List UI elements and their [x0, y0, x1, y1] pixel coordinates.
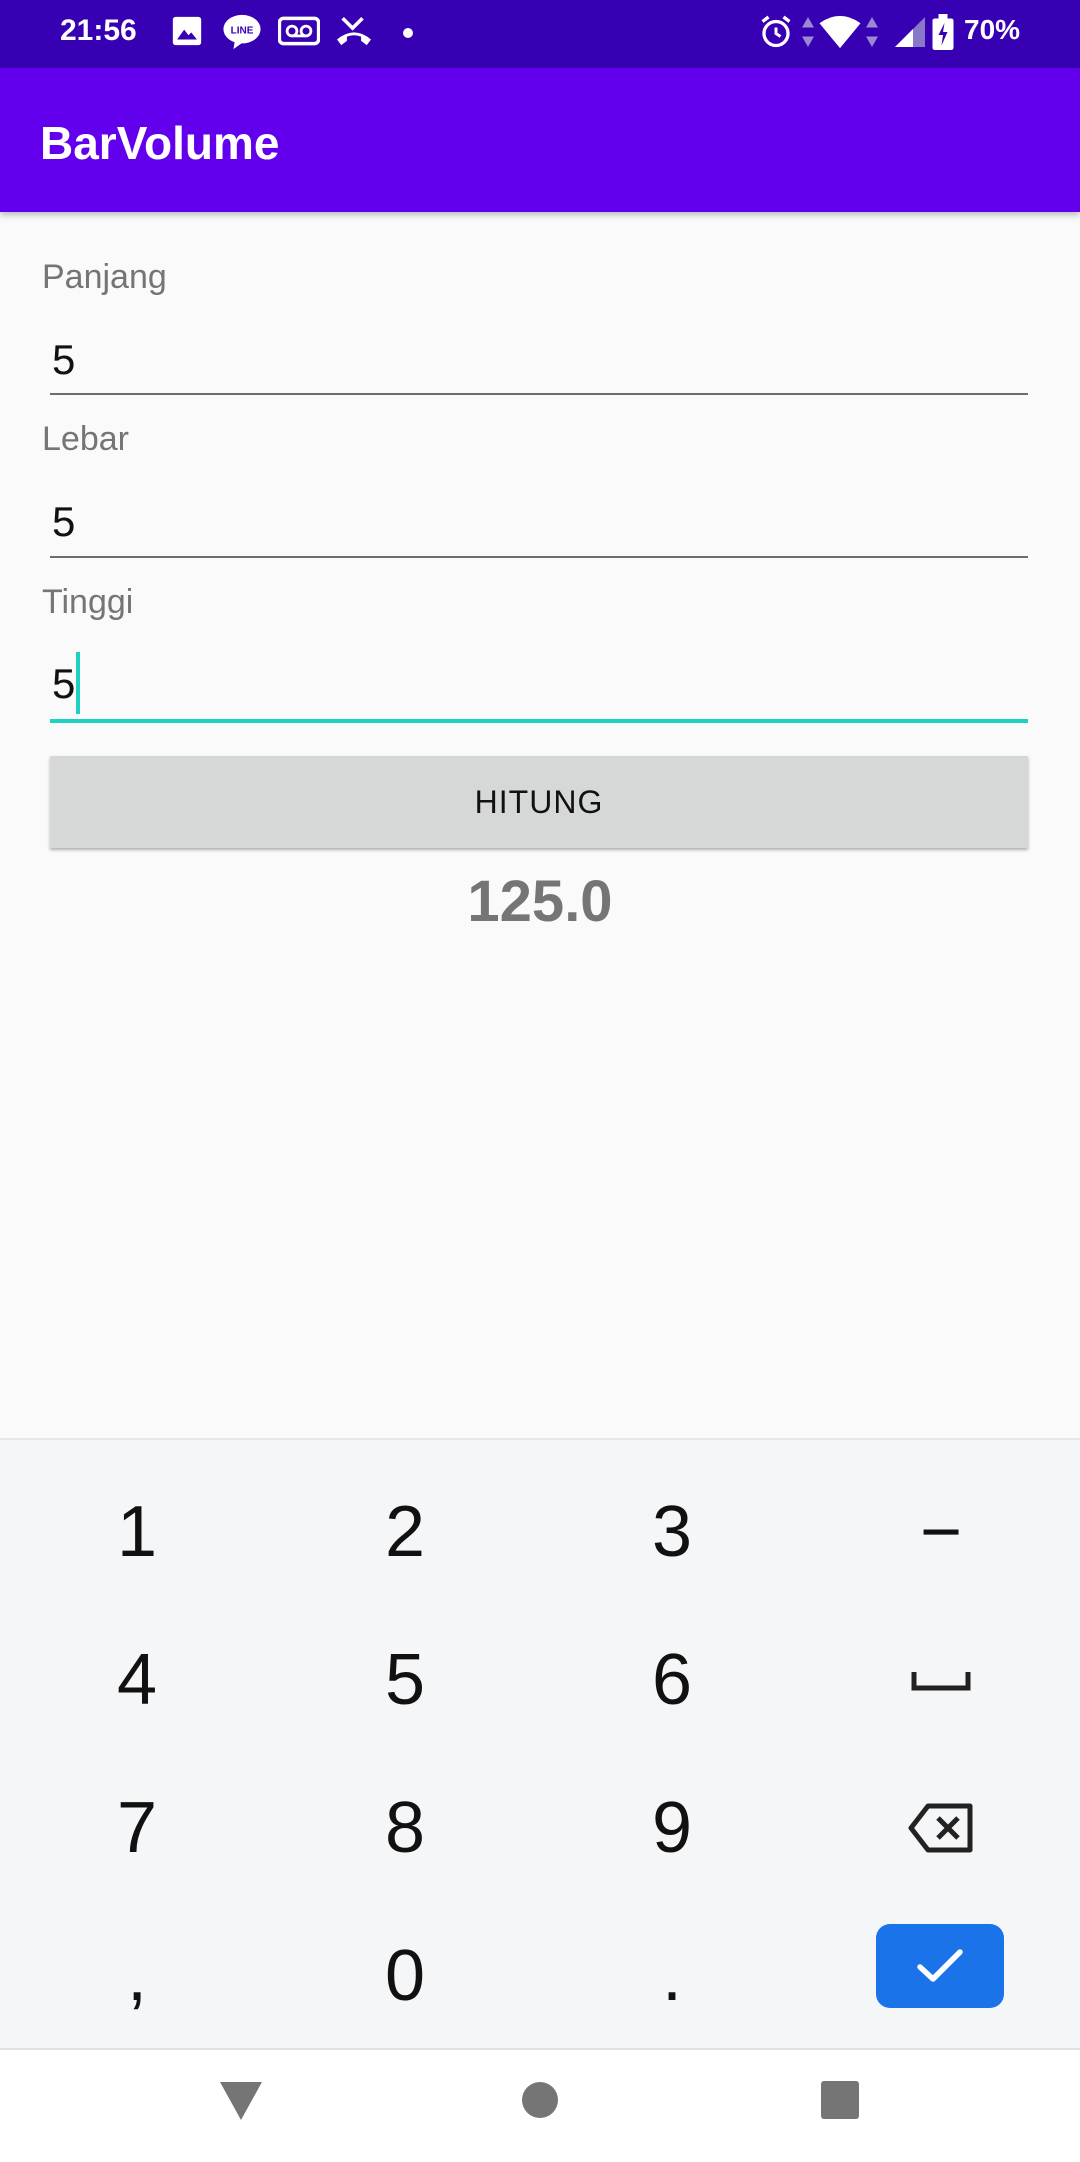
- hitung-button[interactable]: HITUNG: [50, 756, 1028, 848]
- lebar-underline: [50, 556, 1028, 558]
- data-arrows-icon: [800, 14, 816, 55]
- alarm-icon: [758, 14, 794, 55]
- key-6[interactable]: 6: [537, 1606, 807, 1754]
- home-circle-icon: [522, 2082, 558, 2118]
- key-backspace[interactable]: [806, 1754, 1076, 1902]
- backspace-icon: [908, 1803, 973, 1853]
- key-space[interactable]: [806, 1606, 1076, 1754]
- cellular-signal-icon: [892, 14, 928, 55]
- key-done[interactable]: [876, 1924, 1004, 2008]
- missed-call-icon: [334, 14, 374, 53]
- recents-square-icon: [821, 2081, 859, 2119]
- result-value: 125.0: [467, 869, 613, 934]
- recents-button[interactable]: [820, 2080, 860, 2125]
- battery-charging-icon: [932, 14, 954, 55]
- lebar-value: 5: [52, 498, 76, 545]
- back-triangle-icon: [220, 2082, 262, 2120]
- panjang-underline: [50, 393, 1028, 395]
- panjang-value: 5: [52, 336, 76, 383]
- notification-dot-icon: [402, 26, 414, 44]
- key-1[interactable]: 1: [2, 1458, 272, 1606]
- key-5[interactable]: 5: [270, 1606, 540, 1754]
- battery-percentage: 70%: [964, 14, 1021, 45]
- svg-text:LINE: LINE: [231, 25, 254, 36]
- key-2[interactable]: 2: [270, 1458, 540, 1606]
- back-button[interactable]: [218, 2078, 264, 2127]
- space-bar-icon: [911, 1672, 971, 1691]
- status-bar: 21:56 LINE 70%: [0, 0, 1080, 68]
- key-comma[interactable]: ,: [2, 1902, 272, 2050]
- app-bar: BarVolume: [0, 68, 1080, 212]
- home-button[interactable]: [520, 2080, 560, 2125]
- tinggi-value: 5: [52, 660, 76, 707]
- status-time: 21:56: [60, 14, 137, 47]
- checkmark-icon: [917, 1949, 963, 1982]
- key-9[interactable]: 9: [537, 1754, 807, 1902]
- key-0[interactable]: 0: [270, 1902, 540, 2050]
- gallery-icon: [170, 14, 204, 53]
- key-7[interactable]: 7: [2, 1754, 272, 1902]
- line-app-icon: LINE: [222, 14, 262, 55]
- wifi-arrows-icon: [864, 14, 880, 55]
- key-8[interactable]: 8: [270, 1754, 540, 1902]
- voicemail-icon: [277, 14, 321, 53]
- key-minus[interactable]: −: [806, 1458, 1076, 1606]
- wifi-icon: [818, 14, 862, 55]
- navigation-bar: [0, 2048, 1080, 2162]
- app-title: BarVolume: [40, 117, 280, 169]
- tinggi-underline: [50, 719, 1028, 723]
- text-cursor: [76, 652, 80, 714]
- lebar-label: Lebar: [42, 420, 129, 458]
- panjang-label: Panjang: [42, 258, 167, 296]
- key-3[interactable]: 3: [537, 1458, 807, 1606]
- key-period[interactable]: .: [537, 1902, 807, 2050]
- tinggi-label: Tinggi: [42, 583, 134, 621]
- key-4[interactable]: 4: [2, 1606, 272, 1754]
